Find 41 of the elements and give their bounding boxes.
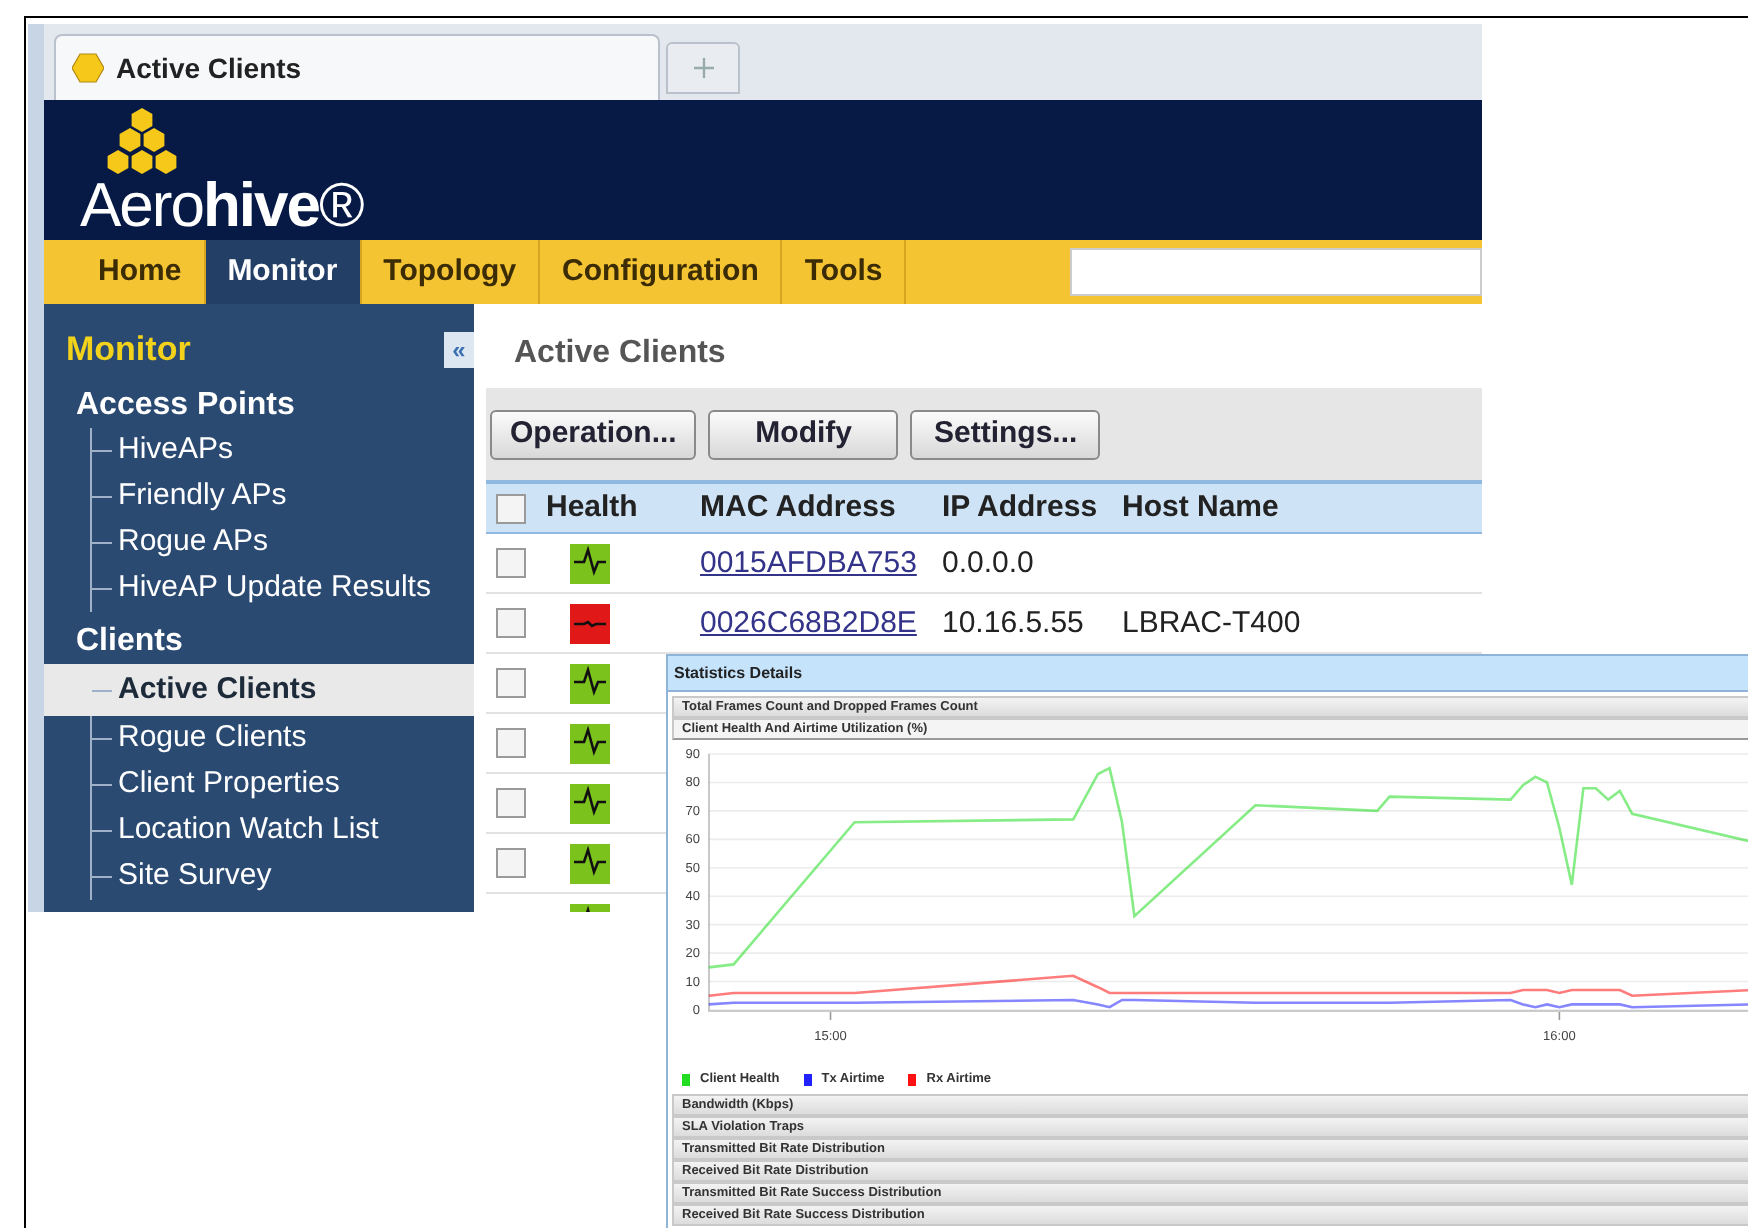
table-cell: 0.0.0.0 (942, 545, 1034, 579)
nav-tab[interactable]: Monitor (205, 240, 362, 304)
hive-logo-icon (104, 108, 180, 176)
new-tab-button[interactable] (666, 42, 740, 94)
row-checkbox[interactable] (496, 848, 526, 878)
page-title: Active Clients (512, 334, 726, 374)
sidebar-item[interactable]: HiveAP Update Results (112, 566, 431, 612)
sidebar-group[interactable]: Clients (44, 620, 183, 664)
column-header[interactable]: MAC Address (700, 490, 896, 524)
logo-text: Aerohive® (80, 176, 363, 236)
column-header[interactable]: Host Name (1122, 490, 1279, 524)
search-field[interactable] (1070, 248, 1482, 296)
sidebar-item[interactable]: Location Watch List (112, 808, 379, 854)
row-checkbox[interactable] (496, 788, 526, 818)
row-checkbox[interactable] (496, 493, 526, 523)
toolbar-button[interactable]: Modify (708, 409, 899, 459)
browser-tab[interactable]: Active Clients (54, 34, 660, 100)
column-header[interactable]: Health (546, 490, 638, 524)
toolbar-button[interactable]: Operation... (490, 409, 697, 459)
column-header[interactable]: IP Address (942, 490, 1098, 524)
row-checkbox[interactable] (496, 548, 526, 578)
sidebar-item[interactable]: Rogue APs (112, 520, 269, 566)
row-checkbox[interactable] (496, 608, 526, 638)
mac-link[interactable]: 0015AFDBA753 (700, 545, 917, 579)
sidebar-item[interactable]: Friendly APs (112, 474, 287, 520)
collapse-button[interactable]: « (444, 332, 474, 368)
table-cell: LBRAC-T400 (1122, 605, 1301, 639)
row-checkbox[interactable] (496, 728, 526, 758)
row-checkbox[interactable] (496, 668, 526, 698)
panel-title: Statistics Details (674, 661, 803, 685)
toolbar-button[interactable]: Settings... (910, 409, 1101, 459)
table-cell: 10.16.5.55 (942, 605, 1084, 639)
hexagon-icon (72, 52, 104, 84)
plus-icon (693, 58, 713, 78)
mac-link[interactable]: 0026C68B2D8E (700, 605, 917, 639)
sidebar-item[interactable]: Rogue Clients (112, 716, 307, 762)
sidebar-item[interactable]: HiveAPs (112, 428, 234, 474)
sidebar-group[interactable]: Access Points (44, 384, 295, 428)
sidebar-item[interactable]: Client Properties (112, 762, 340, 808)
sidebar-title: Monitor (66, 328, 191, 373)
sidebar-item[interactable]: Site Survey (112, 854, 272, 900)
